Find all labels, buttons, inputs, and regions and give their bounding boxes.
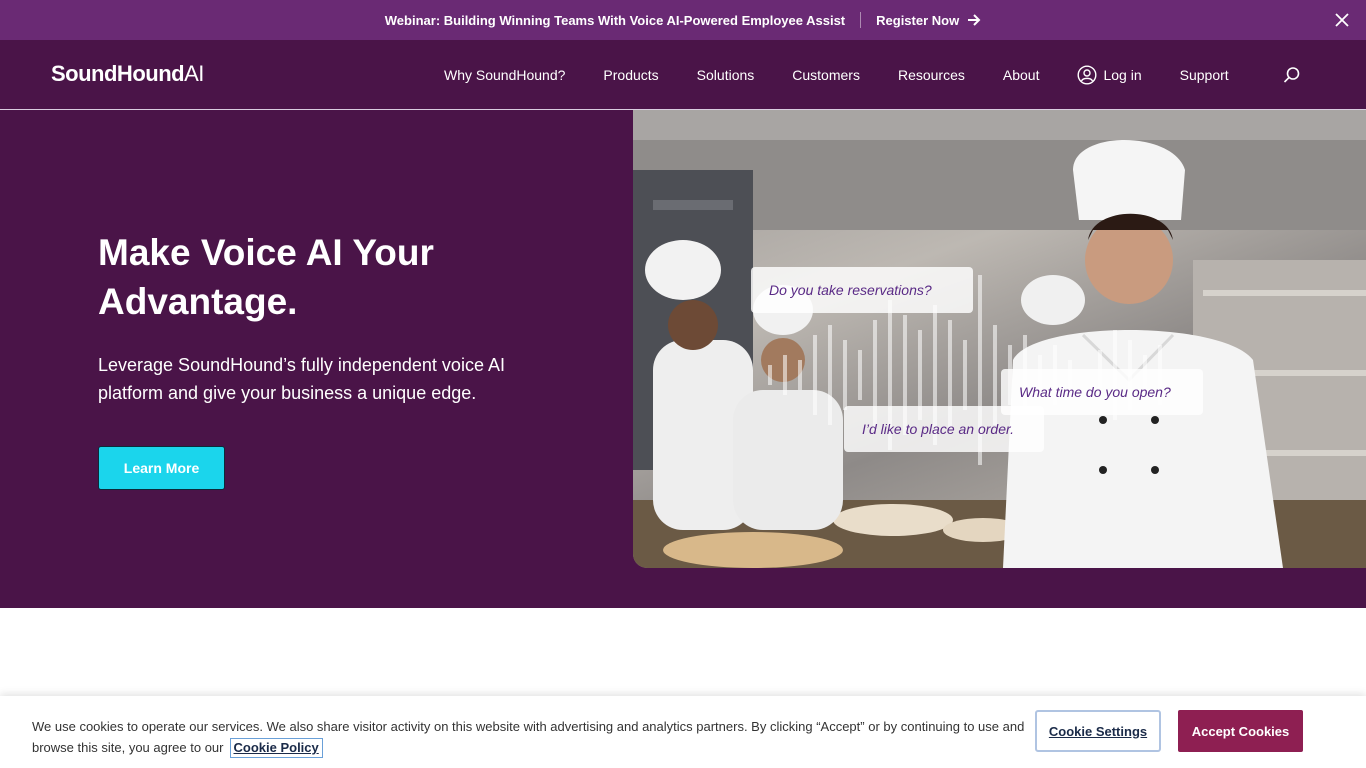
nav-why-soundhound[interactable]: Why SoundHound? (444, 67, 565, 83)
cookie-message: We use cookies to operate our services. … (32, 719, 1025, 755)
search-icon (1283, 67, 1300, 83)
chat-bubble-place-order: I’d like to place an order. (844, 406, 1044, 452)
nav-support[interactable]: Support (1180, 67, 1229, 83)
promo-banner: Webinar: Building Winning Teams With Voi… (0, 0, 1366, 40)
main-nav: Why SoundHound? Products Solutions Custo… (444, 40, 1267, 110)
nav-products[interactable]: Products (603, 67, 658, 83)
logo-main-text: SoundHound (51, 61, 185, 86)
soundhound-logo[interactable]: SoundHoundAI (51, 61, 204, 87)
search-button[interactable] (1283, 66, 1301, 84)
kitchen-scene-illustration (633, 110, 1366, 568)
hero-section: Make Voice AI Your Advantage. Leverage S… (0, 110, 1366, 608)
learn-more-button[interactable]: Learn More (98, 446, 225, 490)
register-now-link[interactable]: Register Now (876, 13, 981, 28)
cookie-consent-bar: We use cookies to operate our services. … (0, 696, 1366, 768)
close-icon (1335, 13, 1349, 27)
cookie-text: We use cookies to operate our services. … (32, 716, 1032, 758)
banner-message[interactable]: Webinar: Building Winning Teams With Voi… (385, 13, 845, 28)
cookie-settings-button[interactable]: Cookie Settings (1035, 710, 1161, 752)
nav-customers[interactable]: Customers (792, 67, 860, 83)
close-banner-button[interactable] (1332, 10, 1352, 30)
register-now-label: Register Now (876, 12, 960, 28)
nav-resources[interactable]: Resources (898, 67, 965, 83)
login-link[interactable]: Log in (1077, 65, 1142, 85)
banner-divider (860, 12, 862, 28)
nav-solutions[interactable]: Solutions (697, 67, 755, 83)
hero-image: Do you take reservations? What time do y… (633, 110, 1366, 568)
login-label: Log in (1103, 67, 1142, 83)
site-header: SoundHoundAI Why SoundHound? Products So… (0, 40, 1366, 110)
cookie-policy-link[interactable]: Cookie Policy (229, 738, 323, 758)
accept-cookies-button[interactable]: Accept Cookies (1178, 710, 1303, 752)
logo-ai-text: AI (184, 61, 204, 86)
hero-title: Make Voice AI Your Advantage. (98, 232, 434, 322)
chat-bubble-reservations: Do you take reservations? (751, 267, 973, 313)
user-icon (1077, 65, 1097, 85)
arrow-right-icon (968, 14, 981, 26)
nav-about[interactable]: About (1003, 67, 1040, 83)
hero-subtitle: Leverage SoundHound’s fully independent … (98, 355, 505, 403)
